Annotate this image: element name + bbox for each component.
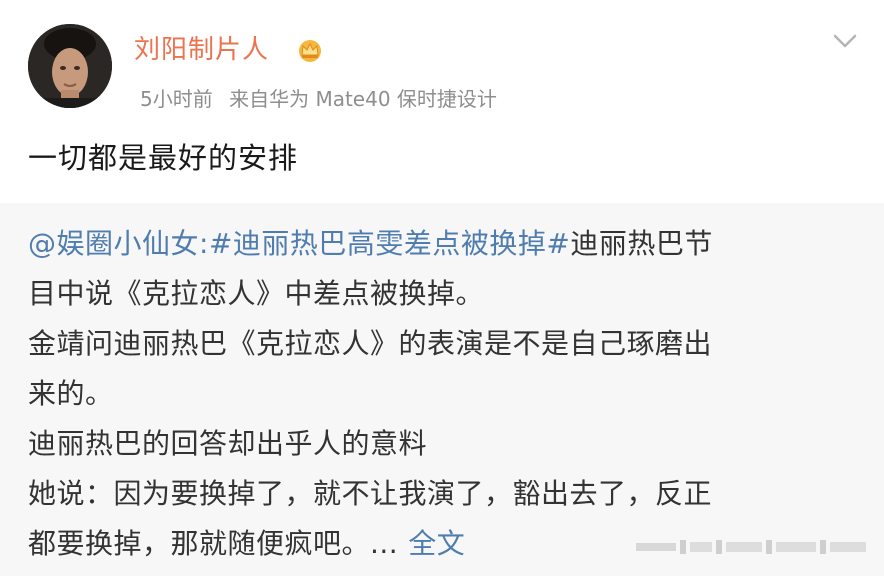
mention-link[interactable]: @娱圈小仙女: <box>28 227 209 260</box>
repost-line: 金靖问迪丽热巴《克拉恋人》的表演是不是自己琢磨出 <box>28 327 713 360</box>
post-time: 5小时前 <box>140 87 213 111</box>
post-text: 一切都是最好的安排 <box>28 141 299 175</box>
chevron-down-icon[interactable] <box>832 32 858 50</box>
repost-line: 目中说《克拉恋人》中差点被换掉。 <box>28 277 485 310</box>
repost-body: @娱圈小仙女:#迪丽热巴高雯差点被换掉#迪丽热巴节 目中说《克拉恋人》中差点被换… <box>28 219 858 569</box>
repost-card[interactable]: @娱圈小仙女:#迪丽热巴高雯差点被换掉#迪丽热巴节 目中说《克拉恋人》中差点被换… <box>0 203 884 576</box>
repost-text: 迪丽热巴节 <box>570 227 713 260</box>
repost-line: 来的。 <box>28 377 114 410</box>
author-name[interactable]: 刘阳制片人 <box>134 29 269 66</box>
expand-full-text-link[interactable]: 全文 <box>408 527 465 560</box>
post-meta: 5小时前 来自华为 Mate40 保时捷设计 <box>140 83 497 112</box>
watermark-graphic <box>636 540 866 554</box>
repost-line: 她说：因为要换掉了，就不让我演了，豁出去了，反正 <box>28 477 713 510</box>
avatar[interactable] <box>28 24 112 108</box>
repost-line: @娱圈小仙女:#迪丽热巴高雯差点被换掉#迪丽热巴节 <box>28 219 858 269</box>
repost-line: 迪丽热巴的回答却出乎人的意料 <box>28 427 428 460</box>
post-source[interactable]: 来自华为 Mate40 保时捷设计 <box>229 87 497 111</box>
hashtag-link[interactable]: #迪丽热巴高雯差点被换掉# <box>209 227 570 260</box>
crown-icon <box>299 40 321 62</box>
repost-text: 都要换掉，那就随便疯吧。... <box>28 527 399 560</box>
